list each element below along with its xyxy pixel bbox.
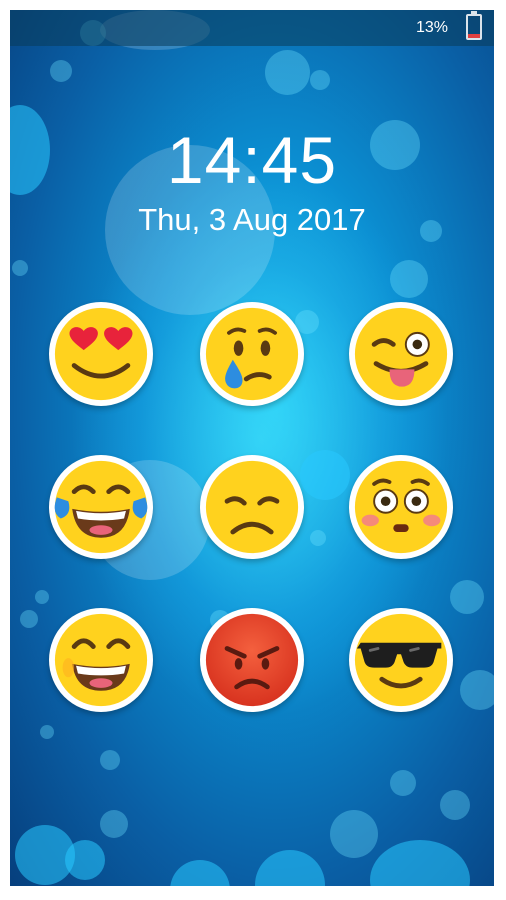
crying-tear-emoji[interactable] xyxy=(200,302,304,406)
sunglasses-emoji[interactable] xyxy=(349,608,453,712)
tears-of-joy-emoji[interactable] xyxy=(49,455,153,559)
heart-eyes-emoji[interactable] xyxy=(49,302,153,406)
lock-date: Thu, 3 Aug 2017 xyxy=(138,202,366,237)
battery-low-icon xyxy=(466,11,482,40)
status-bar: 13% xyxy=(10,10,494,46)
lock-clock: 14:45 xyxy=(166,123,338,197)
flushed-face-emoji[interactable] xyxy=(349,455,453,559)
sad-face-emoji[interactable] xyxy=(200,455,304,559)
winking-tongue-emoji[interactable] xyxy=(349,302,453,406)
grinning-squint-emoji[interactable] xyxy=(49,608,153,712)
lock-screen: 13% 14:45 Thu, 3 Aug 2017 xyxy=(10,10,494,886)
angry-red-emoji[interactable] xyxy=(200,608,304,712)
battery-percent: 13% xyxy=(415,19,448,36)
